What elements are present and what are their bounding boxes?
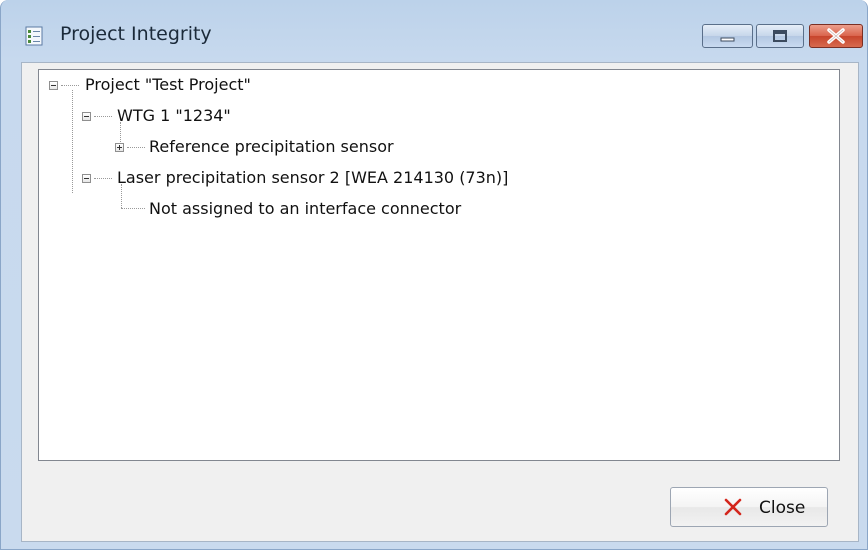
tree-node-reference-sensor[interactable]: Reference precipitation sensor bbox=[149, 136, 394, 158]
collapse-toggle-icon[interactable] bbox=[82, 174, 91, 183]
tree-connector-line bbox=[94, 178, 112, 179]
checklist-icon bbox=[25, 26, 43, 46]
close-icon bbox=[827, 28, 845, 44]
tree-node-laser-sensor[interactable]: Laser precipitation sensor 2 [WEA 214130… bbox=[117, 167, 508, 189]
maximize-icon bbox=[773, 30, 787, 42]
tree-connector-line bbox=[61, 85, 79, 86]
project-integrity-window: Project Integrity Project "Test Project"… bbox=[0, 0, 868, 550]
tree-connector-line bbox=[121, 208, 145, 209]
tree-connector-line bbox=[94, 116, 112, 117]
red-x-icon bbox=[724, 498, 742, 516]
tree-connector-line bbox=[72, 90, 73, 193]
collapse-toggle-icon[interactable] bbox=[49, 81, 58, 90]
collapse-toggle-icon[interactable] bbox=[82, 112, 91, 121]
expand-toggle-icon[interactable] bbox=[115, 143, 124, 152]
window-close-button[interactable] bbox=[809, 24, 863, 48]
minimize-icon bbox=[720, 37, 735, 42]
tree-node-wtg[interactable]: WTG 1 "1234" bbox=[117, 105, 231, 127]
integrity-tree-view[interactable]: Project "Test Project" WTG 1 "1234" Refe… bbox=[38, 69, 840, 461]
title-bar[interactable]: Project Integrity bbox=[1, 0, 867, 62]
maximize-button[interactable] bbox=[756, 24, 804, 48]
close-button-label: Close bbox=[759, 498, 806, 518]
tree-connector-line bbox=[127, 147, 145, 148]
minimize-button[interactable] bbox=[702, 24, 753, 48]
window-title: Project Integrity bbox=[60, 23, 212, 45]
tree-node-not-assigned[interactable]: Not assigned to an interface connector bbox=[149, 198, 461, 220]
dialog-body: Project "Test Project" WTG 1 "1234" Refe… bbox=[21, 62, 859, 542]
close-button[interactable]: Close bbox=[670, 487, 828, 527]
tree-node-project[interactable]: Project "Test Project" bbox=[85, 74, 251, 96]
